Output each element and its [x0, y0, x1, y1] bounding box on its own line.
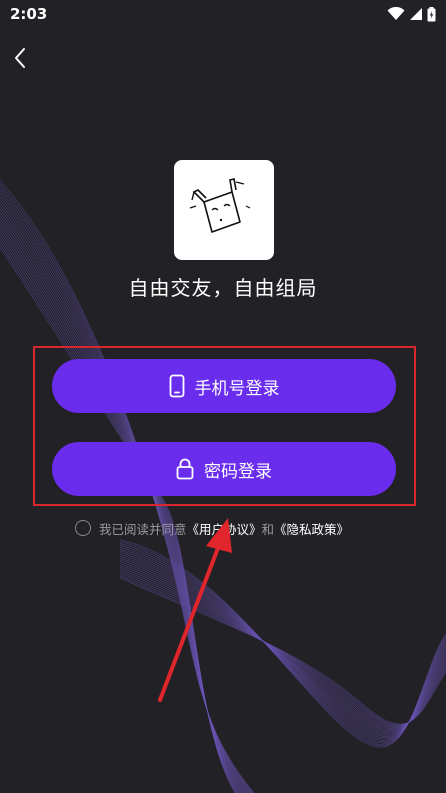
- wave-line: [119, 561, 446, 733]
- agree-checkbox[interactable]: [75, 520, 91, 536]
- back-button[interactable]: [6, 44, 34, 72]
- agreement-row: 我已阅读并同意 《用户协议》 和 《隐私政策》: [75, 517, 349, 539]
- status-icons: [387, 5, 436, 23]
- signal-icon: [409, 7, 423, 21]
- wave-line: [119, 573, 446, 726]
- wave-line: [119, 546, 446, 742]
- wave-line: [119, 539, 446, 748]
- wave-line: [119, 563, 446, 732]
- wave-line: [119, 566, 446, 729]
- app-tagline: 自由交友，自由组局: [128, 276, 318, 300]
- privacy-policy-link[interactable]: 《隐私政策》: [274, 519, 349, 538]
- wave-line: [119, 557, 446, 735]
- wave-line: [119, 570, 446, 728]
- status-time: 2:03: [10, 5, 48, 23]
- status-bar: 2:03: [0, 0, 446, 30]
- wave-line: [119, 543, 446, 745]
- wave-line: [119, 550, 446, 739]
- wifi-icon: [387, 6, 405, 21]
- wave-line: [0, 240, 238, 793]
- chevron-left-icon: [15, 48, 25, 68]
- wave-line: [119, 568, 446, 728]
- wave-line: [0, 243, 237, 793]
- password-login-label: 密码登录: [204, 461, 272, 482]
- wave-line: [0, 237, 238, 793]
- cow-logo-icon: [189, 178, 251, 233]
- wave-line: [119, 541, 446, 747]
- wave-line: [119, 548, 446, 741]
- user-agreement-link[interactable]: 《用户协议》: [187, 519, 262, 538]
- wave-line: [0, 234, 239, 793]
- agreement-conjunction: 和: [261, 521, 275, 537]
- phone-login-label: 手机号登录: [194, 378, 280, 399]
- login-screen: 2:03 自由交友，自由组局 手机号登录 密码登录 我已阅读并同意 《用户协议》…: [0, 0, 446, 793]
- agreement-prefix: 我已阅读并同意: [99, 521, 187, 537]
- wave-line: [119, 564, 446, 730]
- wave-line: [119, 572, 446, 727]
- lock-icon: [176, 458, 194, 480]
- password-login-button[interactable]: 密码登录: [52, 442, 396, 496]
- app-logo: [174, 160, 274, 260]
- wave-line: [119, 555, 446, 736]
- wave-line: [119, 545, 446, 744]
- wave-line: [0, 247, 236, 793]
- wave-line: [119, 559, 446, 734]
- wave-line: [119, 554, 446, 737]
- phone-login-button[interactable]: 手机号登录: [52, 359, 396, 413]
- wave-line: [119, 575, 446, 726]
- wave-line: [119, 577, 446, 725]
- phone-icon: [169, 374, 185, 398]
- battery-icon: [427, 6, 436, 22]
- wave-line: [119, 552, 446, 738]
